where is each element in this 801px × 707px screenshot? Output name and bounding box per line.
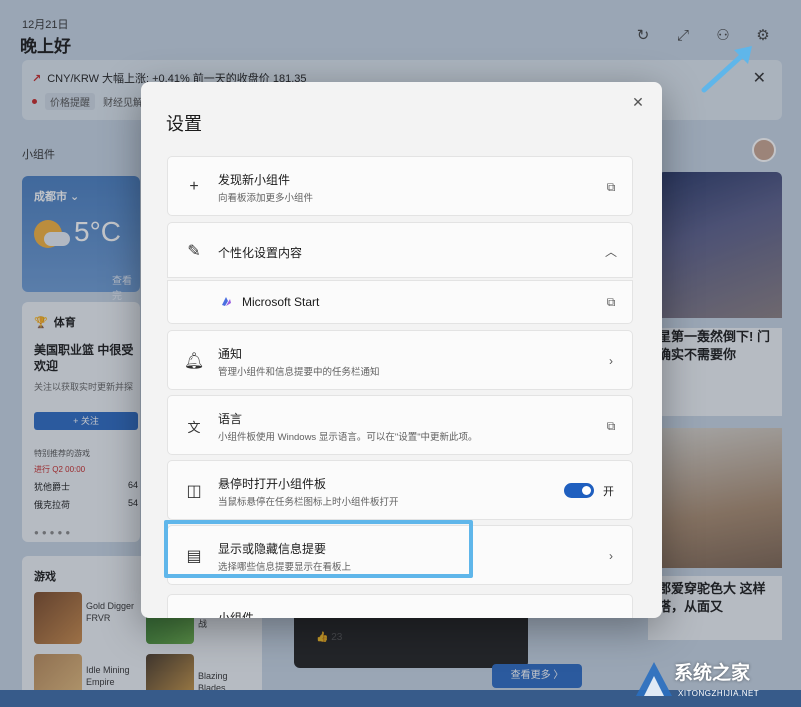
language-item[interactable]: 文 语言 小组件板使用 Windows 显示语言。可以在"设置"中更新此项。 ⧉ — [167, 395, 633, 455]
discover-widgets-item[interactable]: + 发现新小组件 向看板添加更多小组件 ⧉ — [167, 156, 633, 216]
close-icon[interactable]: ✕ — [626, 90, 650, 114]
item-description: 小组件板使用 Windows 显示语言。可以在"设置"中更新此项。 — [218, 432, 478, 443]
item-title: 通知 — [218, 347, 243, 361]
item-description: 管理小组件和信息提要中的任务栏通知 — [218, 367, 380, 378]
notifications-item[interactable]: 🔔︎ 通知 管理小组件和信息提要中的任务栏通知 › — [167, 330, 633, 390]
microsoft-start-item[interactable]: Microsoft Start ⧉ — [167, 280, 633, 324]
microsoft-start-logo-icon — [222, 297, 231, 306]
external-link-icon: ⧉ — [606, 179, 616, 194]
chevron-up-icon: ︿ — [604, 244, 617, 259]
highlight-box — [164, 520, 473, 578]
watermark-url: XITONGZHIJIA.NET — [678, 689, 760, 698]
item-title: 个性化设置内容 — [218, 246, 303, 260]
item-description: 向看板添加更多小组件 — [218, 193, 314, 204]
dialog-title: 设置 — [166, 114, 202, 134]
item-title: 发现新小组件 — [218, 173, 291, 187]
watermark-text: 系统之家 — [674, 663, 751, 684]
plus-icon: + — [189, 178, 199, 195]
widget-board-icon: ◫ — [186, 483, 202, 500]
item-description: 当鼠标悬停在任务栏图标上时小组件板打开 — [218, 497, 399, 508]
annotation-arrow-icon — [701, 46, 752, 93]
language-icon: 文 — [187, 419, 201, 435]
toggle-state-label: 开 — [603, 486, 614, 498]
bell-icon: 🔔︎ — [183, 353, 205, 370]
item-title: 语言 — [218, 412, 243, 426]
pencil-icon: ✎ — [187, 243, 201, 260]
hover-open-item: ◫ 悬停时打开小组件板 当鼠标悬停在任务栏图标上时小组件板打开 开 — [167, 460, 633, 520]
chevron-right-icon: › — [609, 549, 613, 563]
chevron-right-icon: › — [609, 354, 613, 368]
item-title: Microsoft Start — [242, 295, 320, 309]
item-title: 悬停时打开小组件板 — [218, 477, 327, 491]
external-link-icon: ⧉ — [606, 294, 616, 309]
personalize-content-item[interactable]: ✎ 个性化设置内容 ︿ — [167, 222, 633, 278]
widgets-item[interactable]: 小组件 — [167, 594, 633, 618]
external-link-icon: ⧉ — [606, 418, 616, 433]
hover-open-toggle[interactable] — [564, 483, 594, 498]
item-title: 小组件 — [218, 611, 255, 618]
